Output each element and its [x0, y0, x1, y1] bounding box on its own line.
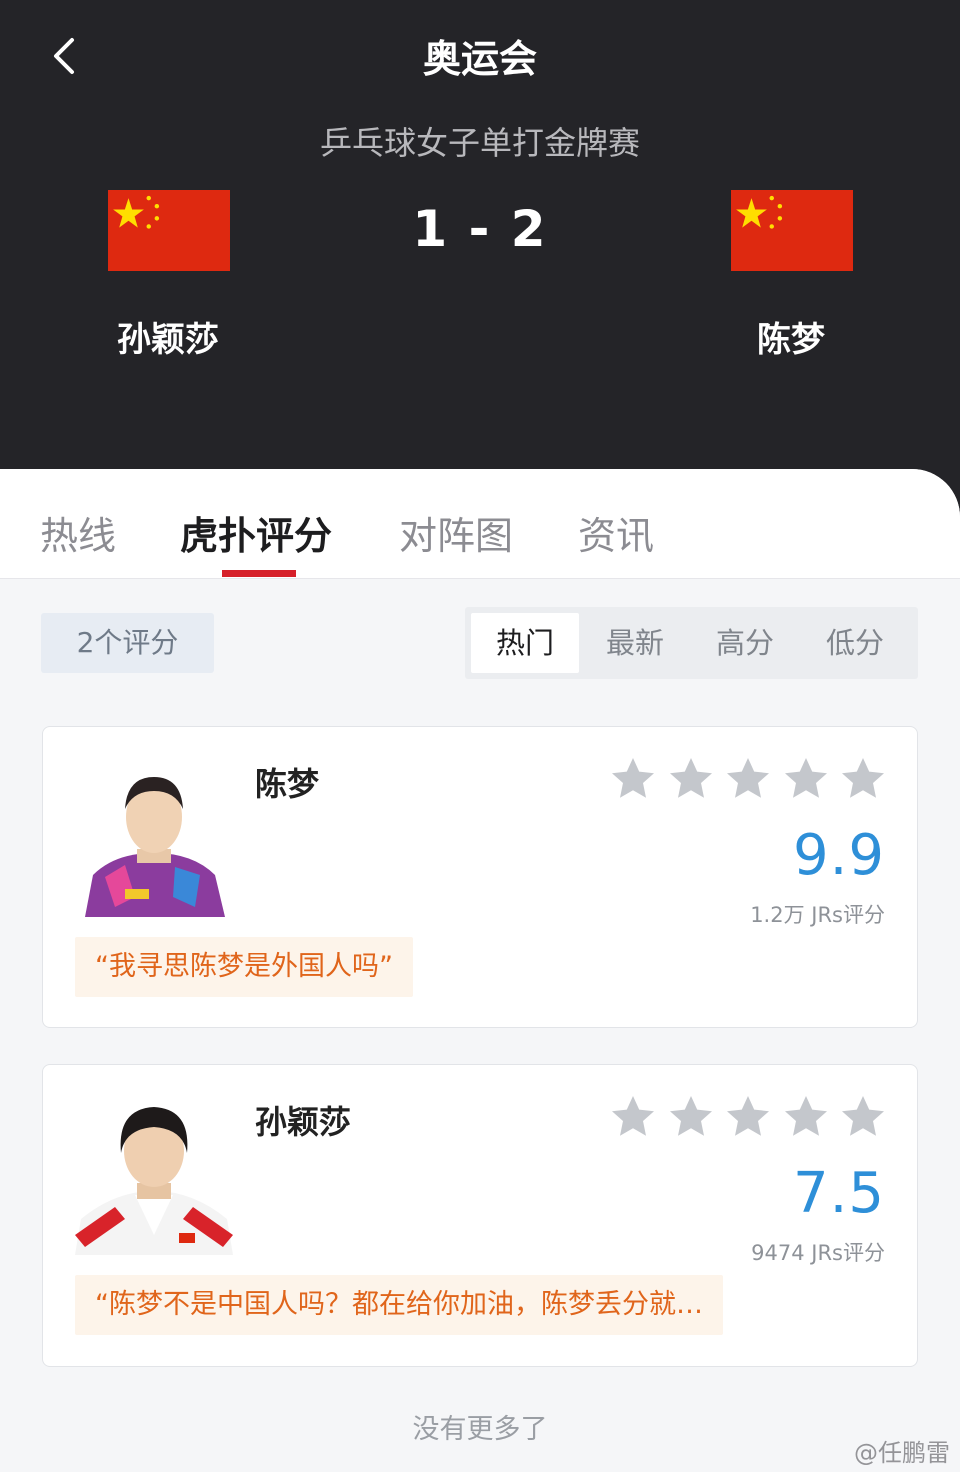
content-sheet: 热线 虎扑评分 对阵图 资讯 2个评分 热门 最新 高分 低分 陈梦 9.9 1…	[0, 469, 960, 1472]
china-flag-icon	[108, 190, 230, 271]
star-icon	[842, 758, 884, 798]
china-flag-icon	[731, 190, 853, 271]
match-score: 1 - 2	[412, 200, 548, 258]
top-comment[interactable]: “我寻思陈梦是外国人吗”	[75, 937, 413, 997]
sort-segmented-control: 热门 最新 高分 低分	[465, 607, 918, 679]
sort-low-button[interactable]: 低分	[801, 613, 909, 673]
active-tab-indicator	[222, 570, 296, 577]
star-icon	[784, 758, 827, 798]
tab-news[interactable]: 资讯	[578, 505, 654, 560]
tab-bracket[interactable]: 对阵图	[399, 505, 513, 560]
page-title: 奥运会	[422, 37, 537, 81]
tab-bar: 热线 虎扑评分 对阵图 资讯	[0, 469, 960, 579]
right-player-name[interactable]: 陈梦	[671, 312, 911, 361]
rating-card[interactable]: 陈梦 9.9 1.2万 JRs评分 “我寻思陈梦是外国人吗”	[42, 726, 918, 1028]
star-icon	[669, 1096, 712, 1136]
star-icon	[612, 1096, 654, 1136]
star-icon	[727, 758, 769, 798]
player-score: 7.5	[792, 1161, 885, 1226]
match-title: 乒乓球女子单打金牌赛	[319, 124, 640, 162]
player-avatar	[75, 1095, 233, 1255]
player-score: 9.9	[792, 823, 885, 888]
vote-count: 9474 JRs评分	[751, 1241, 885, 1265]
left-player-name[interactable]: 孙颖莎	[48, 312, 288, 361]
player-name: 孙颖莎	[255, 1103, 352, 1141]
weibo-watermark: @任鹏雷	[854, 1439, 950, 1467]
star-icon	[842, 1096, 884, 1136]
player-avatar	[75, 757, 233, 917]
match-header: 奥运会 乒乓球女子单打金牌赛 1 - 2 孙颖莎 陈梦	[0, 0, 960, 520]
star-icon	[784, 1096, 827, 1136]
tab-ratings[interactable]: 虎扑评分	[180, 505, 332, 560]
star-icon	[727, 1096, 769, 1136]
star-rating	[609, 1093, 887, 1145]
top-comment[interactable]: “陈梦不是中国人吗？都在给你加油，陈梦丢分就…	[75, 1275, 723, 1335]
sort-hot-button[interactable]: 热门	[471, 613, 579, 673]
star-icon	[612, 758, 654, 798]
tab-hotline[interactable]: 热线	[40, 505, 116, 560]
sort-high-button[interactable]: 高分	[691, 613, 799, 673]
sort-latest-button[interactable]: 最新	[581, 613, 689, 673]
star-rating	[609, 755, 887, 807]
star-icon	[669, 758, 712, 798]
vote-count: 1.2万 JRs评分	[750, 903, 885, 927]
rating-card[interactable]: 孙颖莎 7.5 9474 JRs评分 “陈梦不是中国人吗？都在给你加油，陈梦丢分…	[42, 1064, 918, 1367]
end-of-list-text: 没有更多了	[412, 1414, 548, 1445]
rating-count-badge: 2个评分	[41, 613, 214, 673]
player-name: 陈梦	[255, 765, 320, 803]
